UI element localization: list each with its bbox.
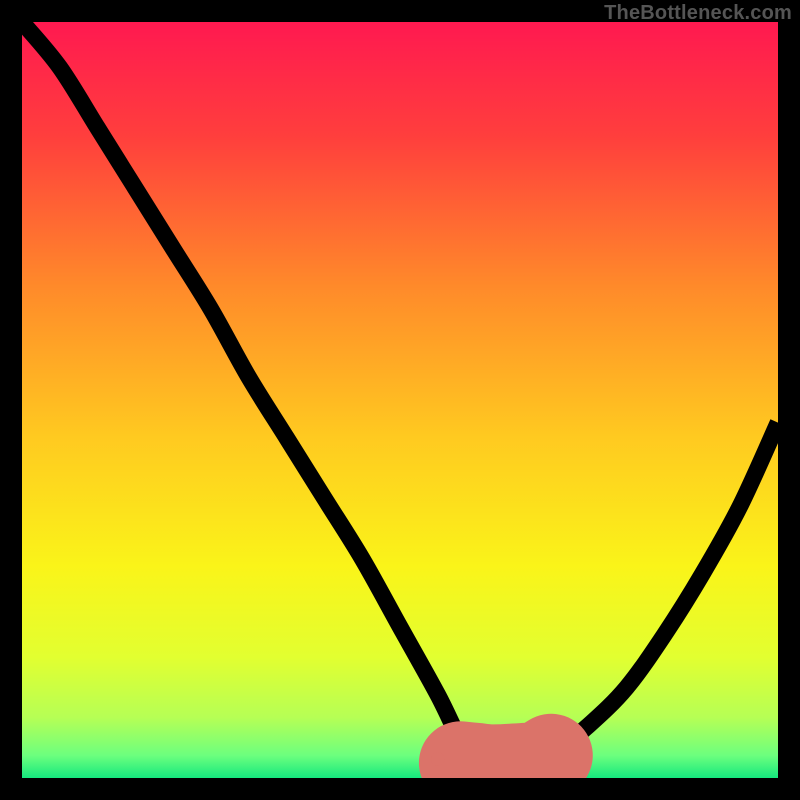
optimal-range-dot [431, 752, 445, 766]
chart-frame: TheBottleneck.com [0, 0, 800, 800]
bottleneck-chart-svg [22, 22, 778, 778]
watermark-text: TheBottleneck.com [604, 2, 792, 25]
plot-area [22, 22, 778, 778]
optimal-range-highlight [460, 755, 551, 766]
heat-background [22, 22, 778, 778]
